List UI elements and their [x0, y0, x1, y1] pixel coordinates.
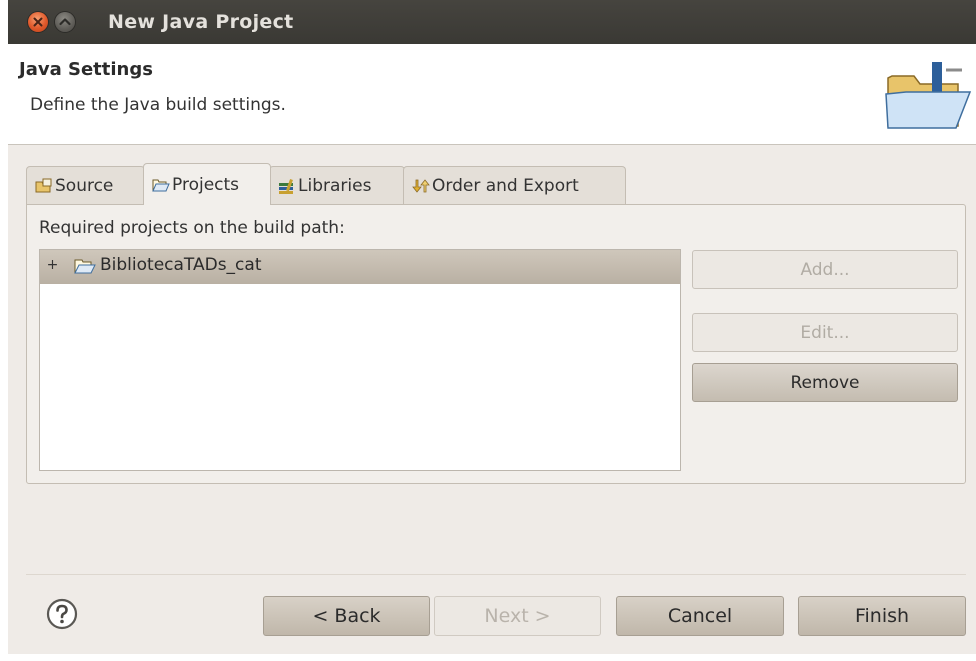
java-project-folder-icon [885, 62, 972, 129]
tab-order-and-export[interactable]: Order and Export [403, 166, 626, 204]
page-description: Define the Java build settings. [30, 95, 286, 115]
add-button[interactable]: Add... [692, 250, 958, 289]
maximize-icon [59, 18, 71, 26]
tab-libraries-label: Libraries [298, 175, 372, 196]
footer-separator [26, 574, 966, 575]
window-title: New Java Project [108, 11, 294, 33]
tab-projects[interactable]: Projects [143, 163, 271, 205]
projects-tab-panel: Required projects on the build path: + B… [26, 204, 966, 484]
required-projects-list[interactable]: + BibliotecaTADs_cat [39, 249, 681, 471]
edit-button[interactable]: Edit... [692, 313, 958, 352]
page-title: Java Settings [19, 59, 153, 80]
back-button[interactable]: < Back [263, 596, 430, 636]
project-folder-icon [74, 259, 96, 274]
window-bottom-edge [8, 654, 976, 661]
project-folder-icon [152, 179, 170, 191]
tab-order-and-export-label: Order and Export [432, 175, 579, 196]
order-export-icon [412, 178, 430, 193]
tab-source[interactable]: Source [26, 166, 145, 204]
tab-projects-label: Projects [172, 174, 240, 195]
expand-icon[interactable]: + [46, 258, 59, 272]
tab-source-label: Source [55, 175, 114, 196]
new-java-project-dialog: New Java Project Java Settings Define th… [8, 0, 976, 661]
close-icon [33, 17, 43, 27]
help-icon[interactable] [46, 598, 78, 630]
source-folder-icon [35, 178, 52, 192]
required-projects-label: Required projects on the build path: [39, 218, 345, 238]
maximize-window-button[interactable] [55, 12, 75, 32]
next-button[interactable]: Next > [434, 596, 601, 636]
close-window-button[interactable] [28, 12, 48, 32]
remove-button[interactable]: Remove [692, 363, 958, 402]
cancel-button[interactable]: Cancel [616, 596, 784, 636]
list-item[interactable]: + BibliotecaTADs_cat [40, 250, 680, 284]
header-banner: Java Settings Define the Java build sett… [8, 44, 976, 145]
libraries-icon [279, 178, 293, 194]
title-bar[interactable]: New Java Project [8, 0, 976, 45]
finish-button[interactable]: Finish [798, 596, 966, 636]
tab-libraries[interactable]: Libraries [269, 166, 405, 204]
project-name: BibliotecaTADs_cat [100, 255, 262, 275]
